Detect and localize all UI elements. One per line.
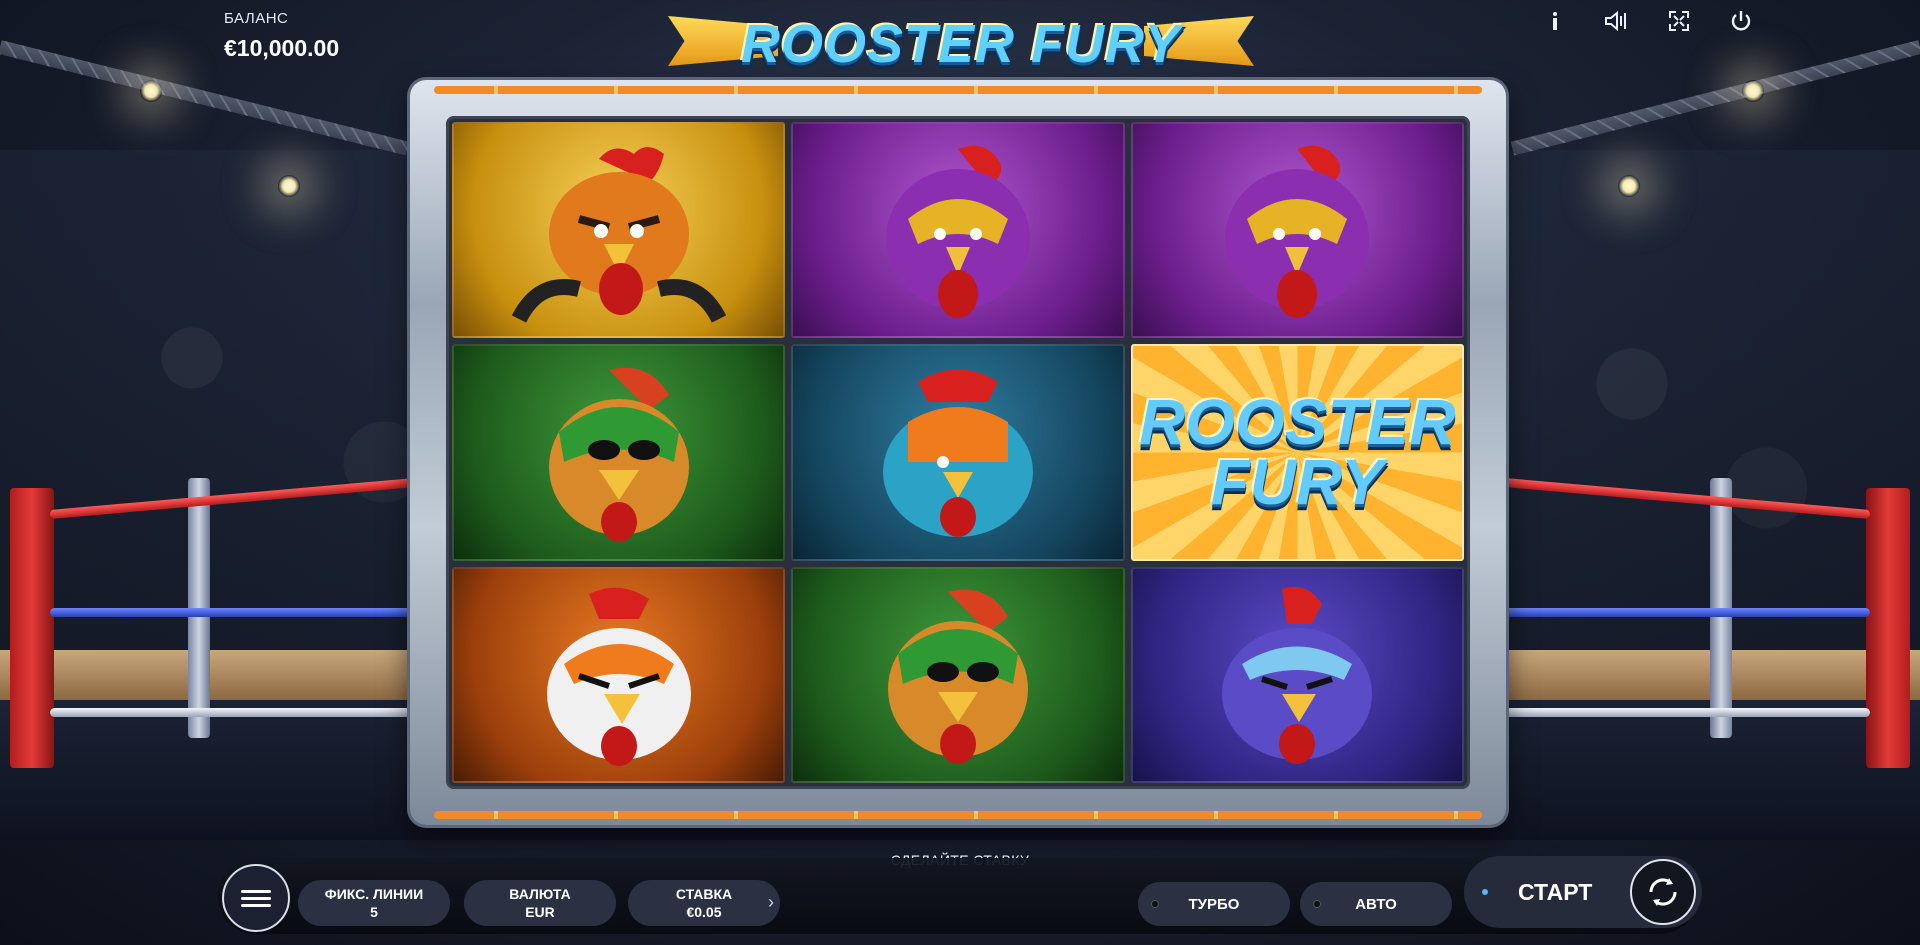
ring-post-left bbox=[10, 488, 54, 768]
wild-text-line2: FURY bbox=[1210, 446, 1384, 519]
bet-value: €0.05 bbox=[686, 904, 722, 920]
info-icon[interactable] bbox=[1542, 8, 1568, 34]
frame-stripe-bottom bbox=[434, 811, 1482, 819]
balance-value: €10,000.00 bbox=[224, 35, 340, 61]
menu-button[interactable] bbox=[222, 864, 290, 932]
hamburger-icon bbox=[241, 886, 271, 911]
turbo-toggle[interactable]: ТУРБО bbox=[1138, 882, 1290, 926]
orange-rooster-icon bbox=[511, 147, 726, 324]
spotlight bbox=[278, 175, 300, 197]
bet-label: СТАВКА bbox=[675, 886, 733, 902]
reel-window: ROOSTER FURY bbox=[446, 116, 1470, 789]
ring-rope-white bbox=[50, 708, 420, 717]
turbo-label: ТУРБО bbox=[1188, 895, 1240, 913]
ring-post-right bbox=[1866, 488, 1910, 768]
reel-frame: ROOSTER FURY bbox=[410, 80, 1506, 825]
auto-indicator-dot bbox=[1314, 901, 1320, 907]
green-rooster-icon bbox=[887, 589, 1028, 765]
game-logo: ROOSTER FURY bbox=[668, 2, 1254, 86]
currency-label: ВАЛЮТА bbox=[509, 886, 571, 902]
spin-arrows-icon[interactable] bbox=[1630, 859, 1696, 925]
balance-display: БАЛАНС €10,000.00 bbox=[224, 10, 339, 62]
symbol-purple-masked-rooster bbox=[791, 122, 1125, 339]
currency-value: EUR bbox=[525, 904, 555, 920]
spotlight bbox=[140, 80, 162, 102]
sound-icon[interactable] bbox=[1604, 8, 1630, 34]
fixed-lines-label: ФИКС. ЛИНИИ bbox=[324, 886, 424, 902]
auto-toggle[interactable]: АВТО bbox=[1300, 882, 1452, 926]
symbol-orange-rooster-champ bbox=[452, 122, 786, 339]
green-rooster-icon bbox=[548, 367, 689, 542]
start-indicator-dot bbox=[1482, 889, 1488, 895]
purple-rooster-icon bbox=[1225, 146, 1370, 319]
auto-label: АВТО bbox=[1355, 895, 1397, 913]
start-label: СТАРТ bbox=[1518, 878, 1593, 905]
blue-rooster-icon bbox=[882, 369, 1033, 537]
wild-text-line1: ROOSTER bbox=[1139, 385, 1456, 458]
bet-selector[interactable]: СТАВКА €0.05 bbox=[628, 880, 780, 926]
ring-rope-blue bbox=[1500, 608, 1870, 617]
symbol-green-masked-rooster bbox=[452, 344, 786, 561]
top-toolbar bbox=[1542, 8, 1754, 34]
reel-grid: ROOSTER FURY bbox=[452, 122, 1464, 783]
symbol-purple-masked-rooster bbox=[1130, 122, 1464, 339]
symbol-rooster-fury-wild: ROOSTER FURY bbox=[1130, 344, 1464, 561]
currency-selector[interactable]: ВАЛЮТА EUR bbox=[464, 880, 616, 926]
fixed-lines-value: 5 bbox=[370, 904, 378, 920]
ring-rope-white bbox=[1500, 708, 1870, 717]
chevron-right-icon[interactable]: › bbox=[768, 892, 774, 913]
lighting-truss-right bbox=[1510, 40, 1920, 156]
frame-stripe-top bbox=[434, 86, 1482, 94]
start-spin-button[interactable]: СТАРТ bbox=[1464, 856, 1702, 928]
purple-rooster-icon bbox=[885, 146, 1030, 319]
spotlight bbox=[1742, 80, 1764, 102]
logo-text: ROOSTER FURY bbox=[740, 14, 1182, 74]
lighting-truss-left bbox=[0, 40, 410, 156]
turbo-indicator-dot bbox=[1152, 901, 1158, 907]
symbol-purple-angry-rooster bbox=[1130, 566, 1464, 783]
spotlight bbox=[1618, 175, 1640, 197]
karate-rooster-icon bbox=[546, 587, 691, 767]
fixed-lines-selector[interactable]: ФИКС. ЛИНИИ 5 bbox=[298, 880, 450, 926]
balance-label: БАЛАНС bbox=[224, 10, 289, 27]
power-icon[interactable] bbox=[1728, 8, 1754, 34]
symbol-orange-karate-rooster bbox=[452, 566, 786, 783]
ring-rope-blue bbox=[50, 608, 420, 617]
fullscreen-icon[interactable] bbox=[1666, 8, 1692, 34]
violet-rooster-icon bbox=[1222, 586, 1373, 765]
symbol-blue-helmet-rooster bbox=[791, 344, 1125, 561]
wild-logo: ROOSTER FURY bbox=[1133, 346, 1462, 558]
symbol-green-masked-rooster bbox=[791, 566, 1125, 783]
